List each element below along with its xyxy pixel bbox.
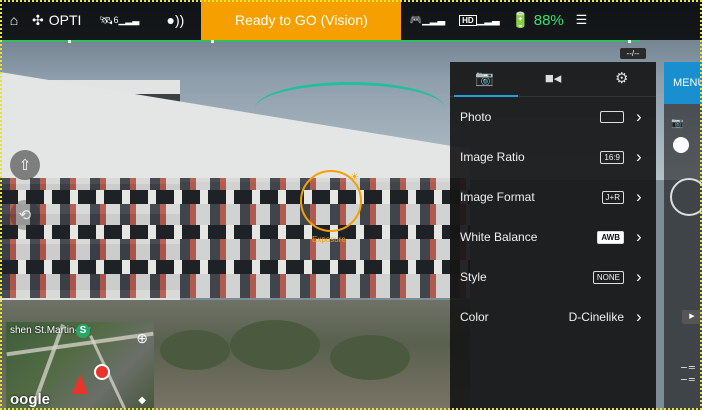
general-settings-button[interactable]: ☰ <box>569 0 593 40</box>
exposure-sun-icon[interactable]: ☀ <box>350 172 359 183</box>
list-icon: ☰ <box>575 12 588 27</box>
gps-status[interactable]: 🛰 6 ▁▂▃ <box>89 0 149 40</box>
setting-value: AWB <box>597 230 624 244</box>
exposure-label: Exposure <box>312 235 346 244</box>
s-bahn-badge: S <box>76 324 90 338</box>
vision-sensor-icon: ●)) <box>166 12 185 28</box>
aircraft-heading-marker <box>72 374 88 394</box>
window-row <box>0 225 470 239</box>
home-button[interactable]: ⌂ <box>0 0 28 40</box>
camera-settings-panel: 📷 ■◂ ⚙ Photo › Image Ratio 16:9 › Image … <box>450 62 656 410</box>
battery-timeline-bar <box>0 40 640 42</box>
rc-signal-bars-icon: ▁▂▃ <box>422 14 446 26</box>
home-icon: ⌂ <box>9 12 19 28</box>
battery-percent: 88% <box>533 11 564 29</box>
setting-label: Color <box>460 310 489 324</box>
video-icon: ■◂ <box>544 70 562 87</box>
tab-photo[interactable]: 📷 <box>450 62 519 96</box>
locate-icon[interactable]: ⊕ <box>136 330 148 347</box>
chevron-right-icon: › <box>636 307 642 326</box>
aircraft-model: OPTI <box>48 12 82 28</box>
chevron-right-icon: › <box>636 107 642 126</box>
tab-video[interactable]: ■◂ <box>519 62 588 96</box>
setting-label: Style <box>460 270 487 284</box>
setting-row-white-balance[interactable]: White Balance AWB › <box>450 217 656 257</box>
setting-label: Image Format <box>460 190 535 204</box>
controller-icon: 🎮 <box>409 14 423 26</box>
tab-settings[interactable]: ⚙ <box>587 62 656 96</box>
return-home-button[interactable]: ⟲ <box>10 200 40 230</box>
chevron-right-icon: › <box>636 147 642 166</box>
window-row <box>0 190 470 204</box>
camera-settings-sliders-icon[interactable]: ⁻⁼ ⁻⁼ <box>680 363 696 390</box>
map-logo: oogle <box>10 391 50 408</box>
camera-icon: 📷 <box>474 70 494 87</box>
setting-value: J+R <box>601 190 624 204</box>
timeline-marker <box>628 40 631 43</box>
setting-label: White Balance <box>460 230 538 244</box>
horizon-indicator <box>255 82 445 135</box>
photo-mode-icon[interactable]: 📷 <box>671 118 683 129</box>
flight-status-banner[interactable]: Ready to GO (Vision) <box>201 0 402 40</box>
panel-tabs: 📷 ■◂ ⚙ <box>450 62 656 97</box>
hd-signal-bars-icon: ▁▂▃ <box>476 14 500 26</box>
tree <box>230 320 320 370</box>
setting-row-style[interactable]: Style NONE › <box>450 257 656 297</box>
setting-row-image-ratio[interactable]: Image Ratio 16:9 › <box>450 137 656 177</box>
chevron-right-icon: › <box>636 267 642 286</box>
play-icon: ▶ <box>689 313 695 320</box>
setting-value: 16:9 <box>600 150 624 164</box>
window-row <box>0 260 470 274</box>
photo-mode-icon <box>600 111 624 123</box>
takeoff-button[interactable]: ⇧ <box>10 150 40 180</box>
signal-bars-icon: ▁▂▃ <box>118 14 140 25</box>
tree <box>160 330 230 370</box>
aircraft-icon: ✣ <box>32 11 44 28</box>
takeoff-icon: ⇧ <box>18 157 32 174</box>
chevron-right-icon: › <box>636 187 642 206</box>
photo-video-toggle[interactable] <box>673 137 689 153</box>
gear-icon: ⚙ <box>614 70 629 87</box>
battery-icon: 🔋 <box>511 12 530 29</box>
setting-value: D-Cinelike <box>568 310 624 324</box>
home-point-marker <box>94 364 110 380</box>
map-expand-icon[interactable]: ◆ <box>138 395 146 406</box>
setting-value: NONE <box>592 270 624 284</box>
hd-signal[interactable]: HD ▁▂▃ <box>453 0 505 40</box>
shutter-button[interactable] <box>670 178 702 216</box>
setting-label: Image Ratio <box>460 150 525 164</box>
setting-label: Photo <box>460 110 492 124</box>
setting-row-image-format[interactable]: Image Format J+R › <box>450 177 656 217</box>
setting-row-color[interactable]: Color D-Cinelike › <box>450 297 656 337</box>
satellite-icon: 🛰 <box>99 14 114 27</box>
mini-map[interactable]: shen St.Martin-Str S ⊕ oogle ◆ <box>6 322 154 410</box>
hd-label: HD <box>459 14 477 26</box>
active-tab-indicator <box>454 95 518 97</box>
return-home-icon: ⟲ <box>18 207 32 224</box>
battery-status[interactable]: 🔋 88% <box>505 0 569 40</box>
top-status-bar: ⌂ ✣ OPTI 🛰 6 ▁▂▃ ●)) Ready to GO (Vision… <box>0 0 702 40</box>
timeline-marker <box>68 40 71 43</box>
menu-button[interactable]: MENU <box>664 62 702 104</box>
playback-button[interactable]: ▶ <box>682 310 702 324</box>
rc-signal[interactable]: 🎮 ▁▂▃ <box>401 0 453 40</box>
camera-control-strip <box>664 62 702 410</box>
aircraft-status[interactable]: ✣ OPTI <box>28 0 89 40</box>
flight-status-text: Ready to GO (Vision) <box>235 12 368 28</box>
tree <box>330 335 410 380</box>
remaining-time-tag: --/-- <box>620 48 646 59</box>
vision-status[interactable]: ●)) <box>149 0 201 40</box>
setting-row-photo[interactable]: Photo › <box>450 97 656 137</box>
timeline-marker <box>211 40 214 43</box>
chevron-right-icon: › <box>636 227 642 246</box>
